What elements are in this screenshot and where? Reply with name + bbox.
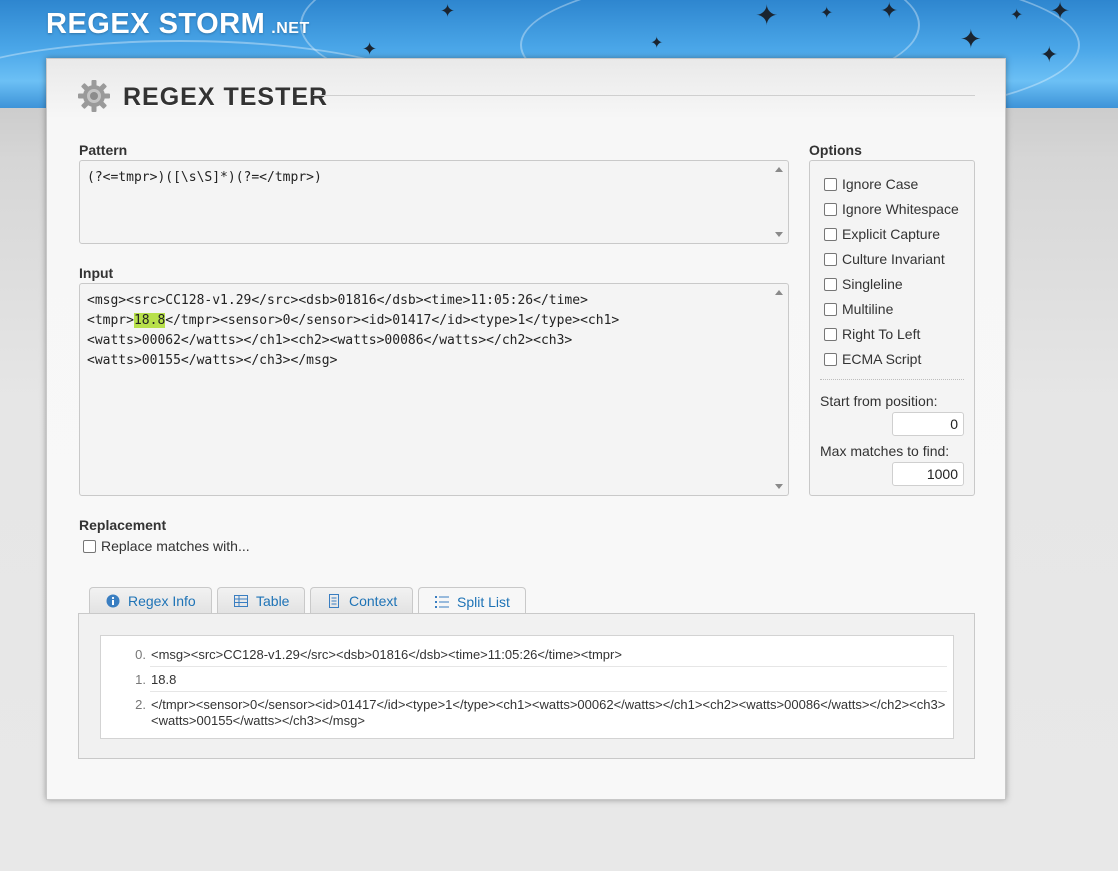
right-to-left-checkbox[interactable]	[824, 327, 837, 341]
document-icon	[329, 594, 339, 608]
culture-invariant-checkbox[interactable]	[824, 252, 837, 266]
option-label: Ignore Case	[842, 176, 919, 192]
scroll-up-icon[interactable]	[775, 290, 783, 295]
option-ignore-case[interactable]: Ignore Case	[824, 175, 918, 193]
pattern-text: (?<=tmpr>)([\s\S]*)(?=</tmpr>)	[87, 170, 322, 185]
option-explicit-capture[interactable]: Explicit Capture	[824, 225, 940, 243]
max-matches-label: Max matches to find:	[820, 443, 950, 459]
multiline-checkbox[interactable]	[824, 302, 837, 316]
option-label: Culture Invariant	[842, 251, 945, 267]
leaf-decoration-icon: ✦	[755, 0, 779, 31]
option-right-to-left[interactable]: Right To Left	[824, 325, 920, 343]
list-text: </tmpr><sensor>0</sensor><id>01417</id><…	[151, 697, 946, 728]
tab-label: Split List	[457, 593, 510, 610]
info-icon	[106, 594, 120, 608]
leaf-decoration-icon: ✦	[1050, 0, 1071, 25]
split-list: 0. <msg><src>CC128-v1.29</src><dsb>01816…	[100, 635, 954, 739]
pattern-label: Pattern	[79, 142, 128, 158]
list-index: 0.	[135, 647, 146, 662]
explicit-capture-checkbox[interactable]	[824, 227, 837, 241]
options-panel: Ignore Case Ignore Whitespace Explicit C…	[809, 160, 975, 496]
leaf-decoration-icon: ✦	[650, 35, 664, 52]
leaf-decoration-icon: ✦	[440, 1, 456, 21]
option-ignore-whitespace[interactable]: Ignore Whitespace	[824, 200, 959, 218]
options-divider	[820, 379, 964, 380]
input-textarea[interactable]: <msg><src>CC128-v1.29</src><dsb>01816</d…	[79, 283, 789, 496]
input-label: Input	[79, 265, 114, 281]
tab-regex-info[interactable]: Regex Info	[89, 587, 212, 614]
option-multiline[interactable]: Multiline	[824, 300, 893, 318]
leaf-decoration-icon: ✦	[880, 0, 899, 23]
leaf-decoration-icon: ✦	[362, 39, 378, 59]
ignore-whitespace-checkbox[interactable]	[824, 202, 837, 216]
list-text: 18.8	[151, 672, 177, 687]
start-position-label: Start from position:	[820, 393, 938, 409]
option-label: ECMA Script	[842, 351, 922, 367]
options-label: Options	[809, 142, 862, 158]
leaf-decoration-icon: ✦	[960, 24, 982, 54]
tab-label: Context	[349, 593, 398, 609]
logo-tld: .NET	[271, 20, 310, 37]
tab-table[interactable]: Table	[217, 587, 305, 614]
gear-icon	[78, 80, 110, 112]
input-scrollbar[interactable]	[771, 284, 788, 495]
scroll-down-icon[interactable]	[775, 232, 783, 237]
replace-matches-checkbox[interactable]	[83, 539, 96, 553]
row-divider	[150, 691, 947, 692]
leaf-decoration-icon: ✦	[1040, 42, 1059, 67]
header-divider	[313, 95, 975, 96]
option-label: Ignore Whitespace	[842, 201, 959, 217]
max-matches-input[interactable]: 1000	[892, 462, 964, 486]
leaf-decoration-icon: ✦	[820, 5, 834, 22]
logo-name: REGEX STORM	[46, 8, 266, 40]
tab-label: Table	[256, 593, 290, 609]
option-label: Right To Left	[842, 326, 921, 342]
option-label: Explicit Capture	[842, 226, 941, 242]
option-ecma-script[interactable]: ECMA Script	[824, 350, 921, 368]
ecma-script-checkbox[interactable]	[824, 352, 837, 366]
match-highlight: 18.8	[133, 313, 166, 328]
singleline-checkbox[interactable]	[824, 277, 837, 291]
ignore-case-checkbox[interactable]	[824, 177, 837, 191]
tab-label: Regex Info	[128, 593, 196, 609]
option-label: Singleline	[842, 276, 903, 292]
row-divider	[150, 666, 947, 667]
pattern-input[interactable]: (?<=tmpr>)([\s\S]*)(?=</tmpr>)	[79, 160, 789, 244]
option-label: Multiline	[842, 301, 894, 317]
card-header: REGEX TESTER	[77, 79, 975, 113]
list-index: 1.	[135, 672, 146, 687]
tab-context[interactable]: Context	[310, 587, 413, 614]
replace-matches-label: Replace matches with...	[101, 538, 250, 554]
option-singleline[interactable]: Singleline	[824, 275, 903, 293]
replacement-label: Replacement	[79, 517, 167, 533]
list-icon	[435, 595, 449, 608]
option-culture-invariant[interactable]: Culture Invariant	[824, 250, 945, 268]
table-icon	[234, 595, 248, 607]
split-list-panel: 0. <msg><src>CC128-v1.29</src><dsb>01816…	[78, 613, 975, 759]
tab-split-list[interactable]: Split List	[418, 587, 526, 615]
page-title: REGEX TESTER	[123, 83, 329, 111]
scroll-up-icon[interactable]	[775, 167, 783, 172]
input-text-after: </tmpr><sensor>0</sensor><id>01417</id><…	[87, 313, 620, 368]
leaf-decoration-icon: ✦	[1010, 7, 1024, 24]
pattern-scrollbar[interactable]	[771, 161, 788, 243]
replace-matches-option[interactable]: Replace matches with...	[83, 537, 250, 555]
regex-tester-card: REGEX TESTER Pattern (?<=tmpr>)([\s\S]*)…	[46, 58, 1006, 800]
list-text: <msg><src>CC128-v1.29</src><dsb>01816</d…	[151, 647, 622, 662]
scroll-down-icon[interactable]	[775, 484, 783, 489]
site-logo[interactable]: REGEX STORM .NET	[46, 8, 310, 41]
start-position-input[interactable]: 0	[892, 412, 964, 436]
list-index: 2.	[135, 697, 146, 712]
